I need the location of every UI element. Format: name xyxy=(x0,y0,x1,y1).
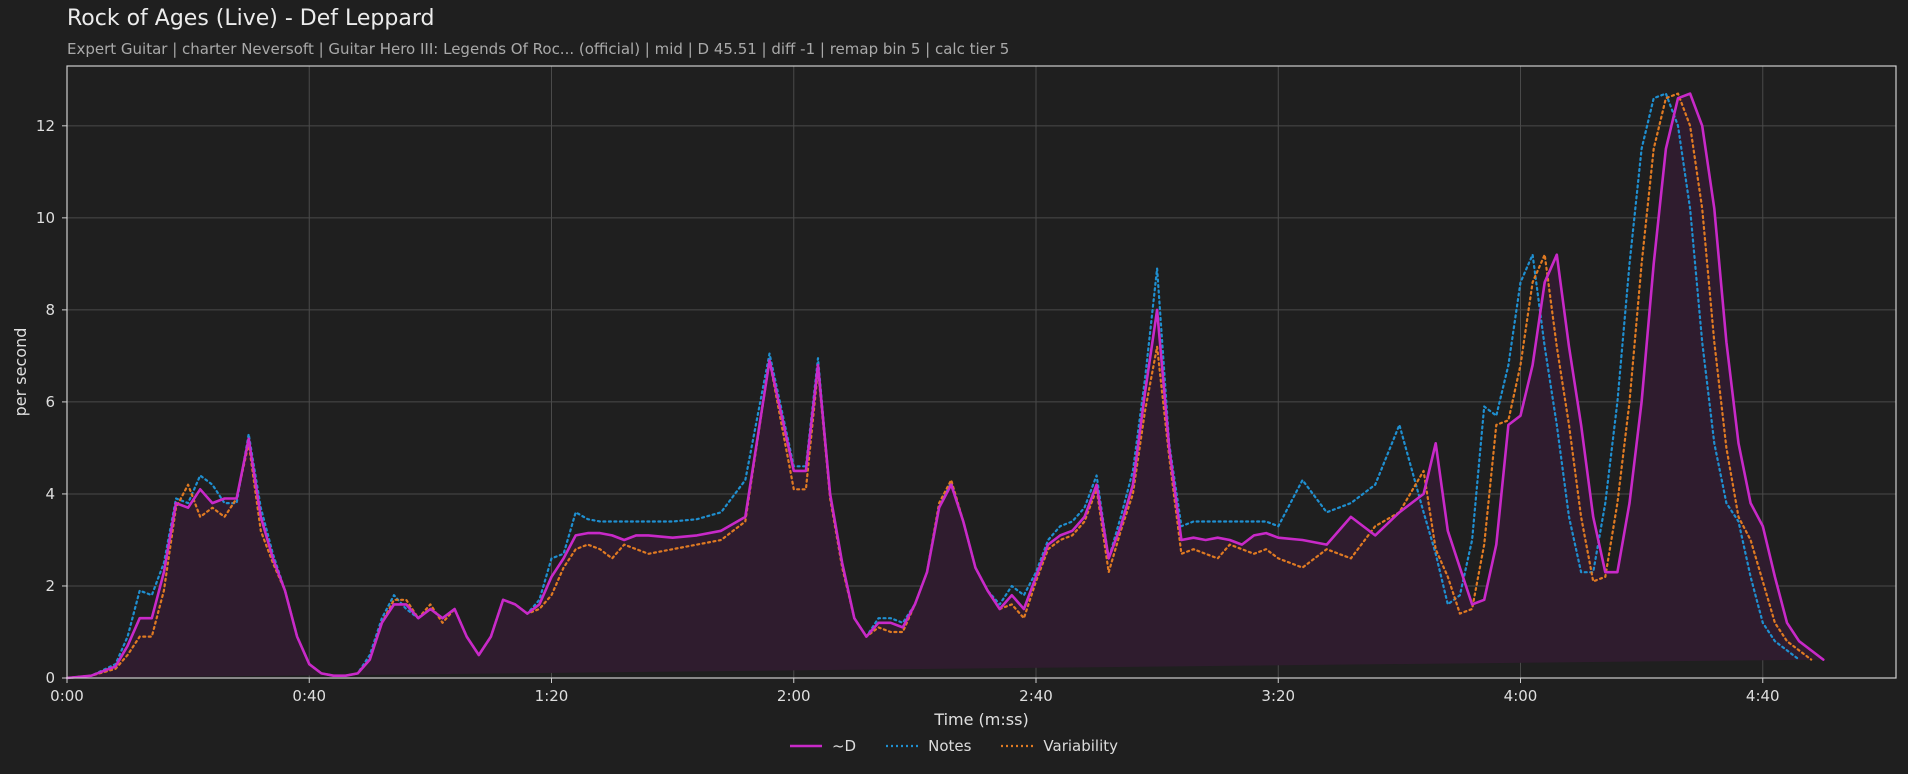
y-tick-label-0: 0 xyxy=(45,669,55,687)
y-axis-label: per second xyxy=(11,328,30,417)
legend-label-variability: Variability xyxy=(1043,737,1119,755)
legend-label-notes: Notes xyxy=(928,737,972,755)
x-tick-label-1: 0:40 xyxy=(292,687,326,705)
x-tick-label-5: 3:20 xyxy=(1261,687,1295,705)
x-tick-label-7: 4:40 xyxy=(1746,687,1780,705)
y-tick-label-5: 10 xyxy=(36,209,55,227)
y-tick-label-4: 8 xyxy=(45,301,55,319)
legend-item-d: ~D xyxy=(789,737,857,755)
legend-swatch-d xyxy=(789,744,822,748)
legend-swatch-variability xyxy=(1001,744,1034,748)
x-axis-label: Time (m:ss) xyxy=(933,710,1028,729)
legend-label-d: ~D xyxy=(831,737,857,755)
chart-legend: ~D Notes Variability xyxy=(0,737,1908,755)
legend-swatch-notes xyxy=(886,744,919,748)
x-tick-label-0: 0:00 xyxy=(50,687,84,705)
y-tick-label-3: 6 xyxy=(45,393,55,411)
chart-svg: 0:00 0:40 1:20 2:00 2:40 3:20 4:00 4:40 0 2 4 6 8 10 1… xyxy=(11,65,1897,729)
x-tick-label-4: 2:40 xyxy=(1019,687,1053,705)
legend-item-notes: Notes xyxy=(886,737,971,755)
legend-item-variability: Variability xyxy=(1001,737,1118,755)
x-tick-label-3: 2:00 xyxy=(777,687,811,705)
y-tick-label-1: 2 xyxy=(45,577,55,595)
x-tick-label-6: 4:00 xyxy=(1504,687,1538,705)
y-tick-label-2: 4 xyxy=(45,485,55,503)
y-tick-label-6: 12 xyxy=(36,117,55,135)
x-tick-label-2: 1:20 xyxy=(535,687,569,705)
